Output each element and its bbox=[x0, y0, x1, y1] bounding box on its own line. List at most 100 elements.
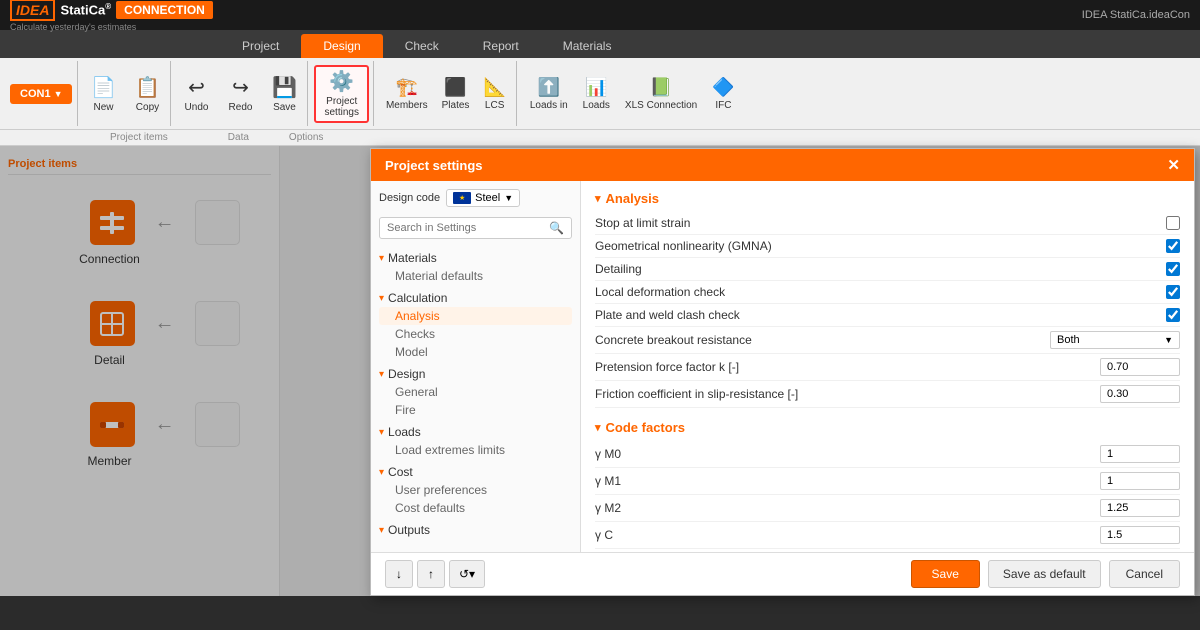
nav-down-button[interactable]: ↓ bbox=[385, 560, 413, 588]
toolbar: Save CON1 ▼ 📄 New 📋 Copy ↩ Undo ↪ Redo 💾… bbox=[0, 58, 1200, 130]
detailing-checkbox[interactable] bbox=[1166, 262, 1180, 276]
gm0-label: γ M0 bbox=[595, 447, 621, 461]
xls-conn-button[interactable]: 📗 XLS Connection bbox=[619, 65, 703, 123]
tab-project[interactable]: Project bbox=[220, 34, 301, 58]
gm1-label: γ M1 bbox=[595, 474, 621, 488]
save-button[interactable]: 💾 Save bbox=[263, 65, 305, 123]
loads-section-label: Loads bbox=[388, 425, 421, 439]
save-label: Save bbox=[273, 102, 296, 113]
undo-button[interactable]: ↩ Undo bbox=[175, 65, 217, 123]
new-button[interactable]: 📄 New bbox=[82, 65, 124, 123]
undo-redo-group: ↩ Undo ↪ Redo 💾 Save bbox=[173, 61, 308, 126]
design-code-select[interactable]: ★ Steel ▼ bbox=[446, 189, 520, 207]
tree-section-materials: ▾ Materials Material defaults bbox=[379, 249, 572, 285]
project-settings-group: ⚙️ Projectsettings bbox=[310, 61, 373, 126]
cancel-button[interactable]: Cancel bbox=[1109, 560, 1180, 588]
stop-strain-checkbox[interactable] bbox=[1166, 216, 1180, 230]
ifc-button[interactable]: 🔷 IFC bbox=[706, 65, 740, 123]
tree-item-general[interactable]: General bbox=[379, 383, 572, 401]
tree-item-load-extremes[interactable]: Load extremes limits bbox=[379, 441, 572, 459]
tree-section-header-design[interactable]: ▾ Design bbox=[379, 365, 572, 383]
tab-materials[interactable]: Materials bbox=[541, 34, 634, 58]
tree-section-header-cost[interactable]: ▾ Cost bbox=[379, 463, 572, 481]
project-settings-button[interactable]: ⚙️ Projectsettings bbox=[314, 65, 368, 123]
tagline: Calculate yesterday's estimates bbox=[10, 22, 213, 32]
gm2-label: γ M2 bbox=[595, 501, 621, 515]
tree-item-model[interactable]: Model bbox=[379, 343, 572, 361]
nav-refresh-button[interactable]: ↺▾ bbox=[449, 560, 485, 588]
undo-icon: ↩ bbox=[188, 75, 205, 100]
tab-report[interactable]: Report bbox=[461, 34, 541, 58]
code-factors-title: Code factors bbox=[606, 420, 685, 435]
con-selector[interactable]: Save CON1 ▼ bbox=[10, 84, 72, 104]
copy-icon: 📋 bbox=[135, 75, 160, 100]
undo-label: Undo bbox=[185, 102, 209, 113]
loads-button[interactable]: 📊 Loads bbox=[577, 65, 616, 123]
search-input[interactable] bbox=[387, 222, 545, 234]
concrete-select[interactable]: Both ▼ bbox=[1050, 331, 1180, 349]
loads-in-icon: ⬆️ bbox=[538, 77, 560, 98]
xls-conn-icon: 📗 bbox=[650, 77, 672, 98]
project-settings-label: Projectsettings bbox=[324, 96, 358, 118]
gm2-input[interactable] bbox=[1100, 499, 1180, 517]
loads-icon: 📊 bbox=[585, 77, 607, 98]
connection-badge: CONNECTION bbox=[116, 1, 213, 19]
tree-section-header-loads[interactable]: ▾ Loads bbox=[379, 423, 572, 441]
tree-section-header-materials[interactable]: ▾ Materials bbox=[379, 249, 572, 267]
analysis-title: Analysis bbox=[606, 191, 659, 206]
stop-strain-label: Stop at limit strain bbox=[595, 216, 690, 230]
members-button[interactable]: 🏗️ Members bbox=[380, 65, 434, 123]
pretension-label: Pretension force factor k [-] bbox=[595, 360, 739, 374]
outputs-section-label: Outputs bbox=[388, 523, 430, 537]
tab-design[interactable]: Design bbox=[301, 34, 382, 58]
setting-row-pretension: Pretension force factor k [-] bbox=[595, 354, 1180, 381]
con-selector-group: Save CON1 ▼ bbox=[5, 61, 78, 126]
new-icon: 📄 bbox=[91, 75, 116, 100]
gmna-checkbox[interactable] bbox=[1166, 239, 1180, 253]
tree-item-user-preferences[interactable]: User preferences bbox=[379, 481, 572, 499]
lcs-button[interactable]: 📐 LCS bbox=[477, 65, 511, 123]
local-deformation-checkbox[interactable] bbox=[1166, 285, 1180, 299]
redo-icon: ↪ bbox=[232, 75, 249, 100]
plate-weld-checkbox[interactable] bbox=[1166, 308, 1180, 322]
new-btn-group: 📄 New 📋 Copy bbox=[80, 61, 171, 126]
setting-row-gmna: Geometrical nonlinearity (GMNA) bbox=[595, 235, 1180, 258]
tree-section-header-calculation[interactable]: ▾ Calculation bbox=[379, 289, 572, 307]
tree-item-fire[interactable]: Fire bbox=[379, 401, 572, 419]
save-button[interactable]: Save bbox=[911, 560, 980, 588]
redo-button[interactable]: ↪ Redo bbox=[219, 65, 261, 123]
gm1-input[interactable] bbox=[1100, 472, 1180, 490]
pretension-input[interactable] bbox=[1100, 358, 1180, 376]
toolbar-labels: Project items Data Options bbox=[0, 130, 1200, 146]
nav-up-button[interactable]: ↑ bbox=[417, 560, 445, 588]
setting-row-friction: Friction coefficient in slip-resistance … bbox=[595, 381, 1180, 408]
gc-input[interactable] bbox=[1100, 526, 1180, 544]
tree-item-material-defaults[interactable]: Material defaults bbox=[379, 267, 572, 285]
extra-toolbar-buttons: 🏗️ Members ⬛ Plates 📐 LCS bbox=[376, 61, 517, 126]
tree-section-header-outputs[interactable]: ▾ Outputs bbox=[379, 521, 572, 539]
tree-item-checks[interactable]: Checks bbox=[379, 325, 572, 343]
content-area: Project items ← Connection bbox=[0, 146, 1200, 596]
close-icon[interactable]: ✕ bbox=[1167, 156, 1180, 174]
tree-item-cost-defaults[interactable]: Cost defaults bbox=[379, 499, 572, 517]
copy-button[interactable]: 📋 Copy bbox=[126, 65, 168, 123]
data-label: Data bbox=[198, 130, 279, 145]
tab-check[interactable]: Check bbox=[383, 34, 461, 58]
copy-label: Copy bbox=[136, 102, 159, 113]
tree-section-calculation: ▾ Calculation Analysis Checks Model bbox=[379, 289, 572, 361]
top-bar: IDEA StatiCa® CONNECTION Calculate yeste… bbox=[0, 0, 1200, 30]
settings-search-box[interactable]: 🔍 bbox=[379, 217, 572, 239]
save-as-default-button[interactable]: Save as default bbox=[988, 560, 1101, 588]
tree-item-analysis[interactable]: Analysis bbox=[379, 307, 572, 325]
cost-section-label: Cost bbox=[388, 465, 413, 479]
design-code-label: Design code bbox=[379, 192, 440, 204]
tree-section-loads: ▾ Loads Load extremes limits bbox=[379, 423, 572, 459]
setting-row-plate-weld: Plate and weld clash check bbox=[595, 304, 1180, 327]
eu-flag: ★ bbox=[453, 192, 471, 204]
friction-input[interactable] bbox=[1100, 385, 1180, 403]
local-deformation-label: Local deformation check bbox=[595, 285, 725, 299]
friction-label: Friction coefficient in slip-resistance … bbox=[595, 387, 798, 401]
gm0-input[interactable] bbox=[1100, 445, 1180, 463]
loads-in-button[interactable]: ⬆️ Loads in bbox=[524, 65, 574, 123]
plates-button[interactable]: ⬛ Plates bbox=[436, 65, 476, 123]
